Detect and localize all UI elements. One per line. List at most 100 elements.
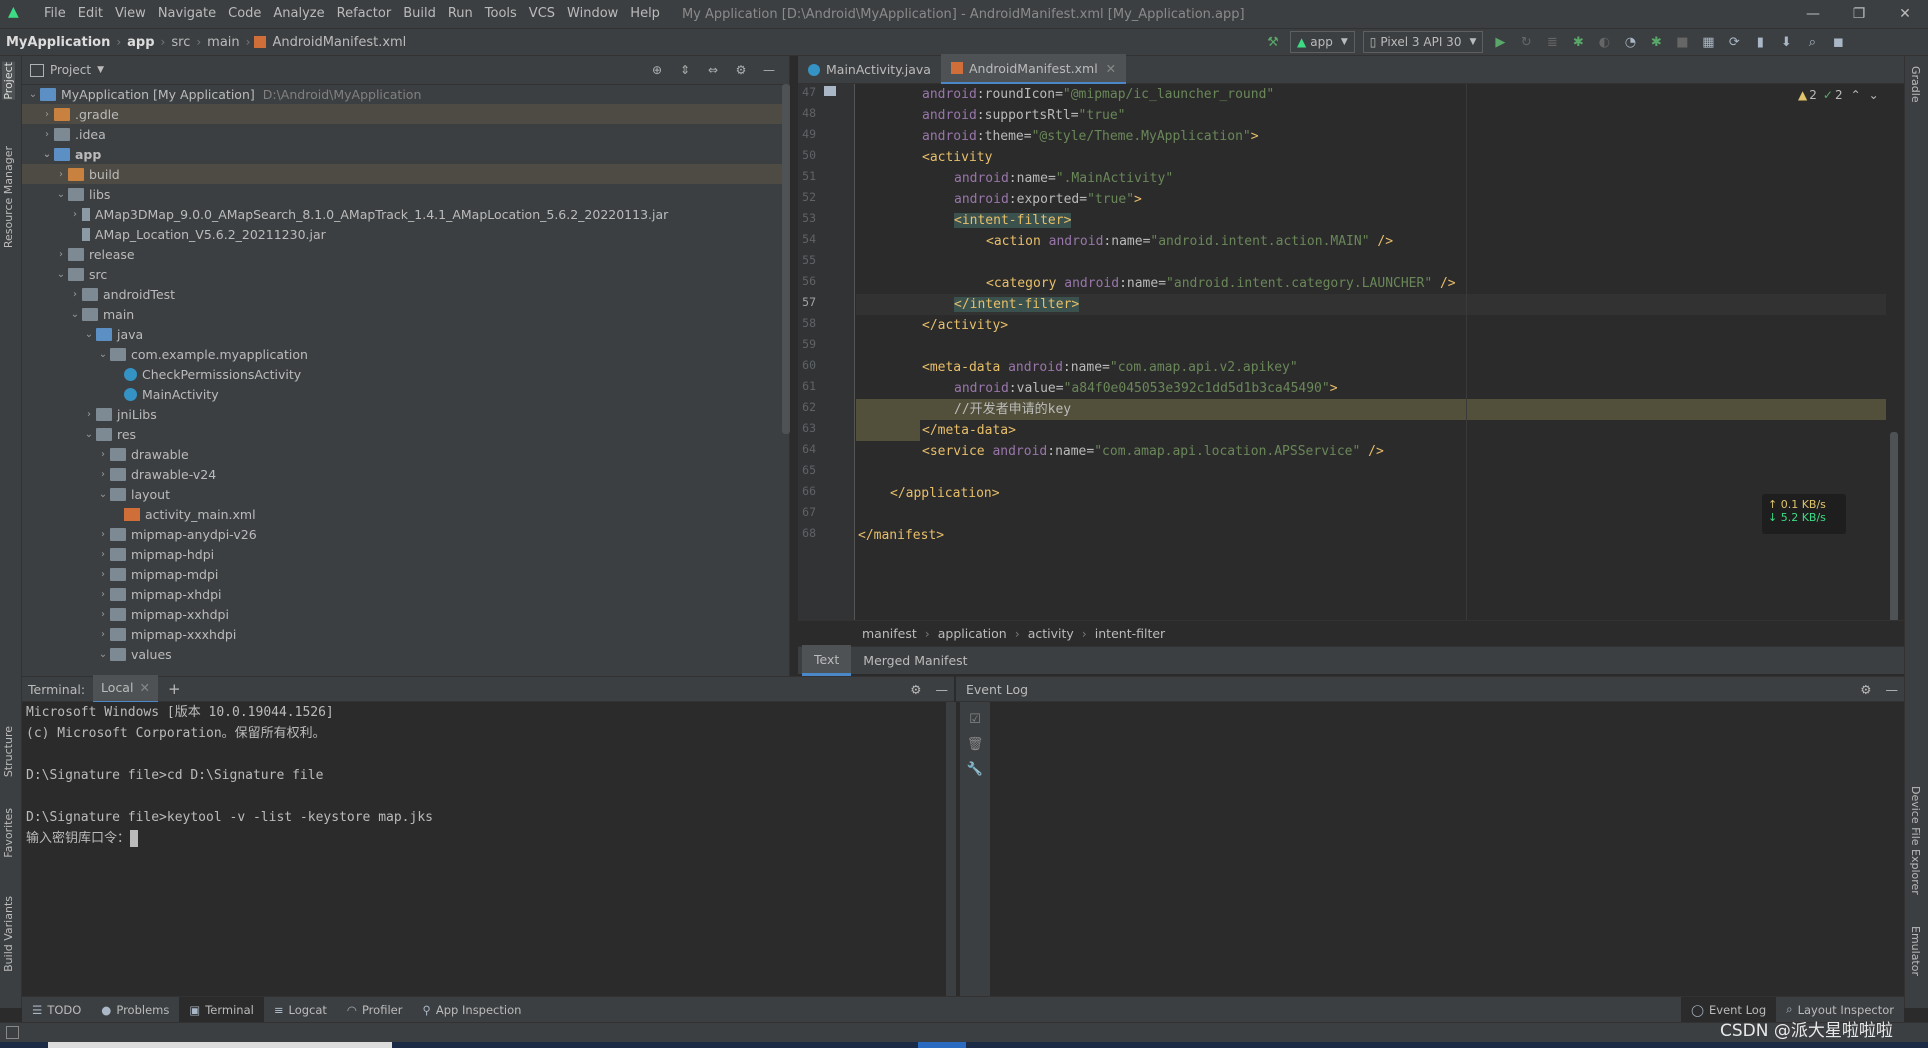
tree-node-idea[interactable]: › .idea bbox=[22, 124, 782, 144]
chevron-down-icon[interactable]: ⌄ bbox=[96, 489, 110, 500]
chevron-right-icon[interactable]: › bbox=[96, 569, 110, 580]
toolwindow-terminal[interactable]: ▣ Terminal bbox=[179, 996, 264, 1023]
chevron-right-icon[interactable]: › bbox=[68, 209, 82, 220]
chevron-down-icon[interactable]: ⌄ bbox=[26, 89, 40, 100]
chevron-right-icon[interactable]: › bbox=[82, 409, 96, 420]
chevron-down-icon[interactable]: ⌄ bbox=[96, 349, 110, 360]
tree-node-res[interactable]: ⌄ res bbox=[22, 424, 782, 444]
sdk-manager-icon[interactable]: ⬇ bbox=[1773, 35, 1799, 50]
expand-all-icon[interactable]: ⇕ bbox=[671, 63, 699, 77]
trash-icon[interactable]: 🗑 bbox=[960, 737, 990, 752]
inspection-widget[interactable]: ▲ 2 ✓ 2 ⌃ ⌄ bbox=[1798, 88, 1879, 102]
toolwindow-logcat[interactable]: ≡ Logcat bbox=[264, 997, 337, 1023]
terminal-tab-local[interactable]: Local ✕ bbox=[93, 674, 158, 704]
gear-icon[interactable]: ⚙ bbox=[910, 682, 921, 697]
hammer-icon[interactable]: ⚒ bbox=[1260, 35, 1286, 50]
tree-node-mipmap-mdpi[interactable]: › mipmap-mdpi bbox=[22, 564, 782, 584]
tree-node-values[interactable]: ⌄ values bbox=[22, 644, 782, 664]
tab-merged-manifest[interactable]: Merged Manifest bbox=[851, 647, 979, 675]
avd-manager-icon[interactable]: ▮ bbox=[1747, 35, 1773, 50]
toolwindow-app-inspection[interactable]: ⚲ App Inspection bbox=[412, 997, 531, 1023]
tree-node-mipmap-xxxhdpi[interactable]: › mipmap-xxxhdpi bbox=[22, 624, 782, 644]
tree-node-app[interactable]: ⌄ app bbox=[22, 144, 782, 164]
menu-build[interactable]: Build bbox=[397, 0, 442, 28]
wrench-icon[interactable]: 🔧 bbox=[960, 762, 990, 777]
menu-edit[interactable]: Edit bbox=[72, 0, 109, 28]
crumb-manifest[interactable]: AndroidManifest.xml bbox=[266, 35, 412, 50]
tree-node-mainactivity[interactable]: MainActivity bbox=[22, 384, 782, 404]
chevron-down-icon[interactable]: ▼ bbox=[97, 65, 104, 75]
rerun-icon[interactable]: ↻ bbox=[1513, 35, 1539, 50]
profile-icon[interactable]: ◔ bbox=[1617, 35, 1643, 50]
sync-gradle-icon[interactable]: ⟳ bbox=[1721, 35, 1747, 50]
crumb-intent-filter-tag[interactable]: intent-filter bbox=[1095, 626, 1165, 641]
chevron-right-icon[interactable]: › bbox=[96, 469, 110, 480]
editor-scrollbar[interactable] bbox=[1890, 432, 1898, 622]
menu-help[interactable]: Help bbox=[624, 0, 666, 28]
collapse-all-icon[interactable]: ⇔ bbox=[699, 63, 727, 77]
tree-node-activity-main-xml[interactable]: activity_main.xml bbox=[22, 504, 782, 524]
tree-node-main[interactable]: ⌄ main bbox=[22, 304, 782, 324]
menu-vcs[interactable]: VCS bbox=[523, 0, 561, 28]
project-structure-icon[interactable]: ▦ bbox=[1695, 35, 1721, 50]
chevron-right-icon[interactable]: › bbox=[96, 529, 110, 540]
crumb-activity-tag[interactable]: activity bbox=[1028, 626, 1074, 641]
menu-run[interactable]: Run bbox=[442, 0, 479, 28]
tree-node-mipmap-xxhdpi[interactable]: › mipmap-xxhdpi bbox=[22, 604, 782, 624]
crumb-app[interactable]: app bbox=[121, 35, 160, 50]
tree-node-drawable-v24[interactable]: › drawable-v24 bbox=[22, 464, 782, 484]
chevron-down-icon[interactable]: ⌄ bbox=[96, 649, 110, 660]
taskbar-item[interactable] bbox=[918, 1042, 966, 1048]
run-icon[interactable]: ▶ bbox=[1487, 35, 1513, 50]
stripe-device-file-explorer[interactable]: Device File Explorer bbox=[1909, 786, 1922, 895]
chevron-down-icon[interactable]: ⌄ bbox=[40, 149, 54, 160]
tree-node-build[interactable]: › build bbox=[22, 164, 782, 184]
chevron-right-icon[interactable]: › bbox=[96, 609, 110, 620]
project-view-label[interactable]: Project bbox=[50, 63, 91, 77]
stop-icon[interactable]: ■ bbox=[1669, 35, 1695, 50]
crumb-project[interactable]: MyApplication bbox=[0, 35, 116, 50]
hide-icon[interactable]: — bbox=[1886, 682, 1899, 697]
chevron-down-icon[interactable]: ⌄ bbox=[68, 309, 82, 320]
gear-icon[interactable]: ⚙ bbox=[727, 63, 755, 77]
tree-node-mipmap-xhdpi[interactable]: › mipmap-xhdpi bbox=[22, 584, 782, 604]
mark-read-icon[interactable]: ☑ bbox=[960, 712, 990, 727]
chevron-right-icon[interactable]: › bbox=[54, 169, 68, 180]
close-tab-icon[interactable]: ✕ bbox=[1106, 61, 1116, 76]
run-config-select[interactable]: ▲ app ▼ bbox=[1290, 31, 1355, 53]
tree-node-layout[interactable]: ⌄ layout bbox=[22, 484, 782, 504]
coverage-icon[interactable]: ◐ bbox=[1591, 35, 1617, 50]
menu-analyze[interactable]: Analyze bbox=[267, 0, 330, 28]
gear-icon[interactable]: ⚙ bbox=[1860, 682, 1871, 697]
minimize-icon[interactable]: — bbox=[1790, 0, 1836, 28]
tree-node-checkpermissions[interactable]: CheckPermissionsActivity bbox=[22, 364, 782, 384]
menu-refactor[interactable]: Refactor bbox=[331, 0, 398, 28]
stripe-structure[interactable]: Structure bbox=[2, 726, 15, 777]
crumb-application-tag[interactable]: application bbox=[938, 626, 1007, 641]
tree-node-androidtest[interactable]: › androidTest bbox=[22, 284, 782, 304]
tab-text[interactable]: Text bbox=[802, 645, 852, 676]
debug-icon[interactable]: ✱ bbox=[1565, 35, 1591, 50]
menu-code[interactable]: Code bbox=[222, 0, 267, 28]
chevron-right-icon[interactable]: › bbox=[68, 289, 82, 300]
tree-node-libs[interactable]: ⌄ libs bbox=[22, 184, 782, 204]
tree-scrollbar[interactable] bbox=[782, 84, 790, 434]
chevron-right-icon[interactable]: › bbox=[40, 129, 54, 140]
chevron-right-icon[interactable]: › bbox=[40, 109, 54, 120]
tree-node-mipmap-anydpi[interactable]: › mipmap-anydpi-v26 bbox=[22, 524, 782, 544]
crumb-src[interactable]: src bbox=[165, 35, 196, 50]
device-select[interactable]: ▯ Pixel 3 API 30 ▼ bbox=[1362, 31, 1484, 53]
attach-debugger-icon[interactable]: ✱ bbox=[1643, 35, 1669, 50]
search-icon[interactable]: ⌕ bbox=[1799, 35, 1825, 50]
tree-node-mipmap-hdpi[interactable]: › mipmap-hdpi bbox=[22, 544, 782, 564]
chevron-down-icon[interactable]: ⌄ bbox=[82, 429, 96, 440]
chevron-right-icon[interactable]: › bbox=[96, 449, 110, 460]
tree-node-release[interactable]: › release bbox=[22, 244, 782, 264]
toolwindow-problems[interactable]: ● Problems bbox=[91, 997, 179, 1023]
tree-node-gradle[interactable]: › .gradle bbox=[22, 104, 782, 124]
terminal-output[interactable]: Microsoft Windows [版本 10.0.19044.1526] (… bbox=[22, 702, 946, 996]
add-tab-icon[interactable]: + bbox=[168, 680, 181, 698]
chevron-down-icon[interactable]: ⌄ bbox=[1869, 88, 1879, 102]
tree-node-java[interactable]: ⌄ java bbox=[22, 324, 782, 344]
stripe-favorites[interactable]: Favorites bbox=[2, 808, 15, 858]
